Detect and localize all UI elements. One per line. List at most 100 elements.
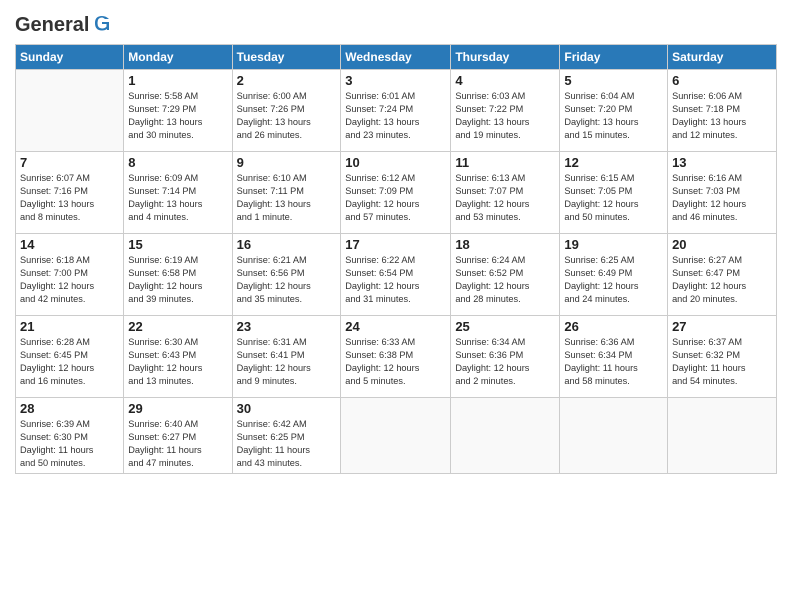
day-info: Sunrise: 6:01 AMSunset: 7:24 PMDaylight:…: [345, 90, 446, 142]
weekday-header-thursday: Thursday: [451, 45, 560, 70]
day-info: Sunrise: 6:04 AMSunset: 7:20 PMDaylight:…: [564, 90, 663, 142]
day-info: Sunrise: 6:30 AMSunset: 6:43 PMDaylight:…: [128, 336, 227, 388]
calendar-cell: 2 Sunrise: 6:00 AMSunset: 7:26 PMDaylight…: [232, 70, 341, 152]
calendar-cell: 10 Sunrise: 6:12 AMSunset: 7:09 PMDayligh…: [341, 152, 451, 234]
day-info: Sunrise: 6:15 AMSunset: 7:05 PMDaylight:…: [564, 172, 663, 224]
day-number: 10: [345, 155, 446, 170]
day-number: 18: [455, 237, 555, 252]
weekday-header-friday: Friday: [560, 45, 668, 70]
day-info: Sunrise: 6:16 AMSunset: 7:03 PMDaylight:…: [672, 172, 772, 224]
calendar-cell: 5 Sunrise: 6:04 AMSunset: 7:20 PMDaylight…: [560, 70, 668, 152]
day-number: 9: [237, 155, 337, 170]
calendar-cell: 12 Sunrise: 6:15 AMSunset: 7:05 PMDayligh…: [560, 152, 668, 234]
day-number: 11: [455, 155, 555, 170]
day-info: Sunrise: 6:06 AMSunset: 7:18 PMDaylight:…: [672, 90, 772, 142]
calendar-cell: 15Sunrise: 6:19 AMSunset: 6:58 PMDayligh…: [124, 234, 232, 316]
calendar-cell: 18 Sunrise: 6:24 AMSunset: 6:52 PMDayligh…: [451, 234, 560, 316]
weekday-header-tuesday: Tuesday: [232, 45, 341, 70]
header: General: [15, 10, 777, 36]
day-number: 19: [564, 237, 663, 252]
calendar: SundayMondayTuesdayWednesdayThursdayFrid…: [15, 44, 777, 474]
day-number: 6: [672, 73, 772, 88]
calendar-cell: 14 Sunrise: 6:18 AMSunset: 7:00 PMDayligh…: [16, 234, 124, 316]
day-number: 26: [564, 319, 663, 334]
weekday-header-sunday: Sunday: [16, 45, 124, 70]
weekday-header-monday: Monday: [124, 45, 232, 70]
calendar-cell: 22 Sunrise: 6:30 AMSunset: 6:43 PMDayligh…: [124, 316, 232, 398]
day-number: 24: [345, 319, 446, 334]
day-number: 5: [564, 73, 663, 88]
day-info: Sunrise: 6:07 AMSunset: 7:16 PMDaylight:…: [20, 172, 119, 224]
day-info: Sunrise: 6:28 AMSunset: 6:45 PMDaylight:…: [20, 336, 119, 388]
day-info: Sunrise: 6:25 AMSunset: 6:49 PMDaylight:…: [564, 254, 663, 306]
day-info: Sunrise: 6:10 AMSunset: 7:11 PMDaylight:…: [237, 172, 337, 224]
calendar-cell: 7 Sunrise: 6:07 AMSunset: 7:16 PMDaylight…: [16, 152, 124, 234]
day-number: 13: [672, 155, 772, 170]
day-number: 25: [455, 319, 555, 334]
day-number: 17: [345, 237, 446, 252]
calendar-cell: 16 Sunrise: 6:21 AMSunset: 6:56 PMDayligh…: [232, 234, 341, 316]
calendar-cell: 6 Sunrise: 6:06 AMSunset: 7:18 PMDaylight…: [668, 70, 777, 152]
calendar-cell: 4 Sunrise: 6:03 AMSunset: 7:22 PMDaylight…: [451, 70, 560, 152]
calendar-cell: 21 Sunrise: 6:28 AMSunset: 6:45 PMDayligh…: [16, 316, 124, 398]
day-info: Sunrise: 6:18 AMSunset: 7:00 PMDaylight:…: [20, 254, 119, 306]
day-number: 27: [672, 319, 772, 334]
calendar-cell: [16, 70, 124, 152]
day-info: Sunrise: 6:21 AMSunset: 6:56 PMDaylight:…: [237, 254, 337, 306]
weekday-header-wednesday: Wednesday: [341, 45, 451, 70]
calendar-cell: 30Sunrise: 6:42 AMSunset: 6:25 PMDayligh…: [232, 398, 341, 474]
day-info: Sunrise: 6:33 AMSunset: 6:38 PMDaylight:…: [345, 336, 446, 388]
day-number: 7: [20, 155, 119, 170]
day-info: Sunrise: 6:03 AMSunset: 7:22 PMDaylight:…: [455, 90, 555, 142]
day-info: Sunrise: 6:09 AMSunset: 7:14 PMDaylight:…: [128, 172, 227, 224]
calendar-cell: 19 Sunrise: 6:25 AMSunset: 6:49 PMDayligh…: [560, 234, 668, 316]
day-number: 4: [455, 73, 555, 88]
day-info: Sunrise: 6:27 AMSunset: 6:47 PMDaylight:…: [672, 254, 772, 306]
calendar-cell: 24 Sunrise: 6:33 AMSunset: 6:38 PMDayligh…: [341, 316, 451, 398]
day-info: Sunrise: 6:31 AMSunset: 6:41 PMDaylight:…: [237, 336, 337, 388]
calendar-cell: 27 Sunrise: 6:37 AMSunset: 6:32 PMDayligh…: [668, 316, 777, 398]
calendar-cell: 17Sunrise: 6:22 AMSunset: 6:54 PMDayligh…: [341, 234, 451, 316]
calendar-cell: 1Sunrise: 5:58 AMSunset: 7:29 PMDaylight…: [124, 70, 232, 152]
calendar-cell: 3 Sunrise: 6:01 AMSunset: 7:24 PMDaylight…: [341, 70, 451, 152]
day-info: Sunrise: 6:39 AMSunset: 6:30 PMDaylight:…: [20, 418, 119, 470]
day-info: Sunrise: 5:58 AMSunset: 7:29 PMDaylight:…: [128, 90, 227, 142]
calendar-cell: 8 Sunrise: 6:09 AMSunset: 7:14 PMDaylight…: [124, 152, 232, 234]
day-info: Sunrise: 6:34 AMSunset: 6:36 PMDaylight:…: [455, 336, 555, 388]
day-info: Sunrise: 6:00 AMSunset: 7:26 PMDaylight:…: [237, 90, 337, 142]
day-number: 29: [128, 401, 227, 416]
day-number: 28: [20, 401, 119, 416]
weekday-header-saturday: Saturday: [668, 45, 777, 70]
day-info: Sunrise: 6:12 AMSunset: 7:09 PMDaylight:…: [345, 172, 446, 224]
day-info: Sunrise: 6:13 AMSunset: 7:07 PMDaylight:…: [455, 172, 555, 224]
day-number: 16: [237, 237, 337, 252]
calendar-cell: [451, 398, 560, 474]
day-number: 12: [564, 155, 663, 170]
calendar-cell: 26 Sunrise: 6:36 AMSunset: 6:34 PMDayligh…: [560, 316, 668, 398]
day-number: 23: [237, 319, 337, 334]
day-number: 21: [20, 319, 119, 334]
day-number: 22: [128, 319, 227, 334]
day-info: Sunrise: 6:24 AMSunset: 6:52 PMDaylight:…: [455, 254, 555, 306]
calendar-cell: [668, 398, 777, 474]
calendar-cell: [560, 398, 668, 474]
day-info: Sunrise: 6:36 AMSunset: 6:34 PMDaylight:…: [564, 336, 663, 388]
day-number: 2: [237, 73, 337, 88]
day-number: 15: [128, 237, 227, 252]
logo: General: [15, 14, 113, 36]
calendar-cell: 29Sunrise: 6:40 AMSunset: 6:27 PMDayligh…: [124, 398, 232, 474]
calendar-cell: 23 Sunrise: 6:31 AMSunset: 6:41 PMDayligh…: [232, 316, 341, 398]
calendar-cell: 13 Sunrise: 6:16 AMSunset: 7:03 PMDayligh…: [668, 152, 777, 234]
logo-general: General: [15, 14, 89, 36]
calendar-cell: 11 Sunrise: 6:13 AMSunset: 7:07 PMDayligh…: [451, 152, 560, 234]
day-number: 14: [20, 237, 119, 252]
day-number: 30: [237, 401, 337, 416]
calendar-cell: 9 Sunrise: 6:10 AMSunset: 7:11 PMDaylight…: [232, 152, 341, 234]
day-number: 8: [128, 155, 227, 170]
logo-icon: [91, 12, 113, 34]
calendar-cell: 28 Sunrise: 6:39 AMSunset: 6:30 PMDayligh…: [16, 398, 124, 474]
calendar-cell: [341, 398, 451, 474]
calendar-cell: 25 Sunrise: 6:34 AMSunset: 6:36 PMDayligh…: [451, 316, 560, 398]
day-info: Sunrise: 6:37 AMSunset: 6:32 PMDaylight:…: [672, 336, 772, 388]
day-number: 3: [345, 73, 446, 88]
